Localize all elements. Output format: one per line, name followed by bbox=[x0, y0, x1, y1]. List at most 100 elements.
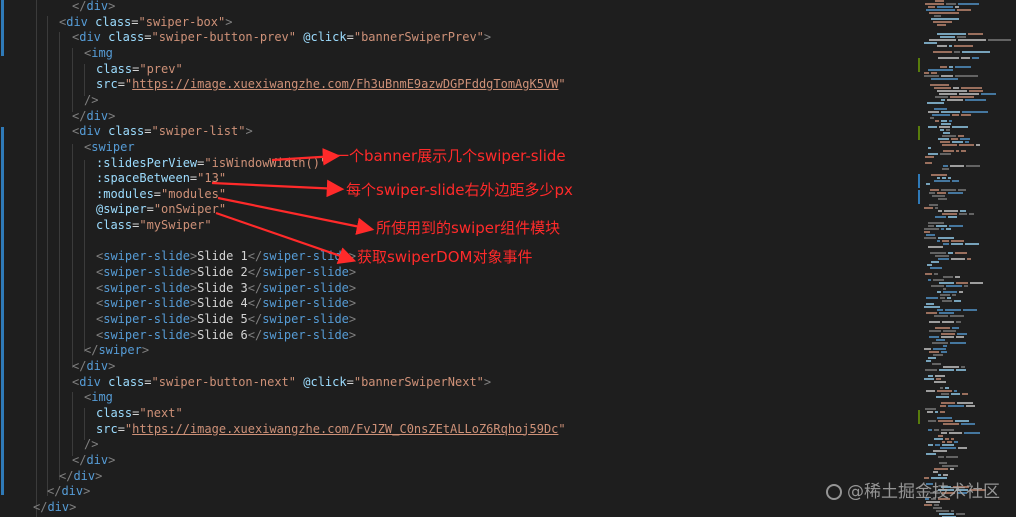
minimap-line bbox=[955, 6, 959, 8]
minimap-line bbox=[934, 468, 948, 470]
minimap-line bbox=[943, 288, 946, 290]
minimap-line bbox=[969, 213, 974, 215]
minimap-line bbox=[939, 282, 954, 284]
minimap-line bbox=[966, 405, 975, 407]
minimap-line bbox=[956, 513, 965, 515]
minimap-line bbox=[939, 93, 957, 95]
minimap-line bbox=[941, 402, 955, 404]
minimap-line bbox=[951, 393, 960, 395]
minimap-line bbox=[943, 330, 956, 332]
minimap-line bbox=[946, 129, 950, 131]
minimap-line bbox=[937, 33, 966, 35]
minimap-line bbox=[943, 243, 949, 245]
minimap-line bbox=[954, 441, 958, 443]
minimap-line bbox=[937, 90, 967, 92]
minimap-line bbox=[926, 9, 955, 11]
minimap-line bbox=[959, 291, 963, 293]
minimap-line bbox=[926, 303, 934, 305]
minimap-line bbox=[926, 297, 938, 299]
minimap-line bbox=[926, 390, 935, 392]
minimap-line bbox=[941, 120, 947, 122]
minimap-line bbox=[958, 39, 986, 41]
minimap-line bbox=[952, 327, 959, 329]
minimap-line bbox=[925, 408, 936, 410]
minimap-line bbox=[943, 474, 948, 476]
minimap-line bbox=[964, 285, 968, 287]
minimap-line bbox=[935, 375, 945, 377]
minimap-line bbox=[964, 432, 980, 434]
arrow-space-between bbox=[211, 179, 345, 198]
minimap-line bbox=[934, 15, 941, 17]
minimap-line bbox=[928, 420, 936, 422]
minimap-line bbox=[937, 6, 953, 8]
minimap-line bbox=[952, 294, 956, 296]
minimap-line bbox=[959, 213, 967, 215]
minimap-line bbox=[924, 348, 931, 350]
minimap-line bbox=[940, 36, 955, 38]
minimap-line bbox=[932, 363, 941, 365]
minimap-line bbox=[941, 351, 947, 353]
minimap-line bbox=[935, 0, 944, 2]
minimap-line bbox=[924, 75, 939, 77]
minimap-line bbox=[924, 306, 940, 308]
minimap-line bbox=[930, 252, 946, 254]
minimap-line bbox=[941, 336, 954, 338]
minimap-line bbox=[951, 138, 958, 140]
minimap-line bbox=[926, 360, 931, 362]
minimap-line bbox=[939, 462, 947, 464]
minimap-line bbox=[933, 348, 946, 350]
minimap-line bbox=[942, 168, 949, 170]
minimap-line bbox=[952, 114, 959, 116]
minimap-line bbox=[946, 228, 951, 230]
minimap-line bbox=[954, 45, 973, 47]
minimap-line bbox=[951, 510, 954, 512]
minimap-line bbox=[938, 210, 942, 212]
minimap-line bbox=[957, 402, 973, 404]
minimap-line bbox=[940, 294, 950, 296]
minimap-line bbox=[951, 438, 954, 440]
minimap-line bbox=[943, 291, 957, 293]
minimap-line bbox=[943, 276, 953, 278]
minimap-line bbox=[929, 351, 939, 353]
minimap-line bbox=[947, 297, 951, 299]
minimap-line bbox=[938, 456, 944, 458]
minimap-line bbox=[961, 57, 970, 59]
minimap-line bbox=[934, 87, 951, 89]
minimap-line bbox=[948, 177, 951, 179]
minimap-line bbox=[949, 432, 962, 434]
minimap-line bbox=[954, 390, 957, 392]
minimap-line bbox=[965, 243, 979, 245]
minimap-line bbox=[959, 144, 974, 146]
minimap-line bbox=[929, 39, 956, 41]
minimap-line bbox=[955, 276, 960, 278]
minimap-line bbox=[928, 6, 935, 8]
minimap-line bbox=[942, 465, 958, 467]
minimap-change-marker bbox=[918, 126, 920, 140]
minimap-line bbox=[929, 12, 959, 14]
minimap-line bbox=[965, 99, 986, 101]
minimap-line bbox=[969, 90, 983, 92]
minimap-line bbox=[949, 225, 963, 227]
minimap-line bbox=[936, 510, 949, 512]
minimap-line bbox=[958, 135, 964, 137]
minimap-line bbox=[931, 174, 947, 176]
minimap-line bbox=[956, 336, 964, 338]
minimap-line bbox=[966, 165, 980, 167]
minimap-line bbox=[952, 180, 959, 182]
arrow-modules bbox=[217, 196, 375, 235]
minimap[interactable] bbox=[916, 0, 1016, 517]
minimap-line bbox=[935, 411, 938, 413]
minimap-line bbox=[937, 177, 940, 179]
minimap-line bbox=[939, 126, 950, 128]
minimap-line bbox=[941, 111, 960, 113]
minimap-line bbox=[957, 9, 971, 11]
minimap-line bbox=[962, 111, 988, 113]
minimap-line bbox=[940, 405, 946, 407]
minimap-line bbox=[942, 300, 952, 302]
minimap-line bbox=[956, 321, 961, 323]
minimap-line bbox=[927, 102, 944, 104]
minimap-line bbox=[941, 99, 945, 101]
minimap-line bbox=[951, 258, 965, 260]
annotation-space-between: 每个swiper-slide右外边距多少px bbox=[346, 181, 573, 199]
minimap-line bbox=[962, 393, 968, 395]
